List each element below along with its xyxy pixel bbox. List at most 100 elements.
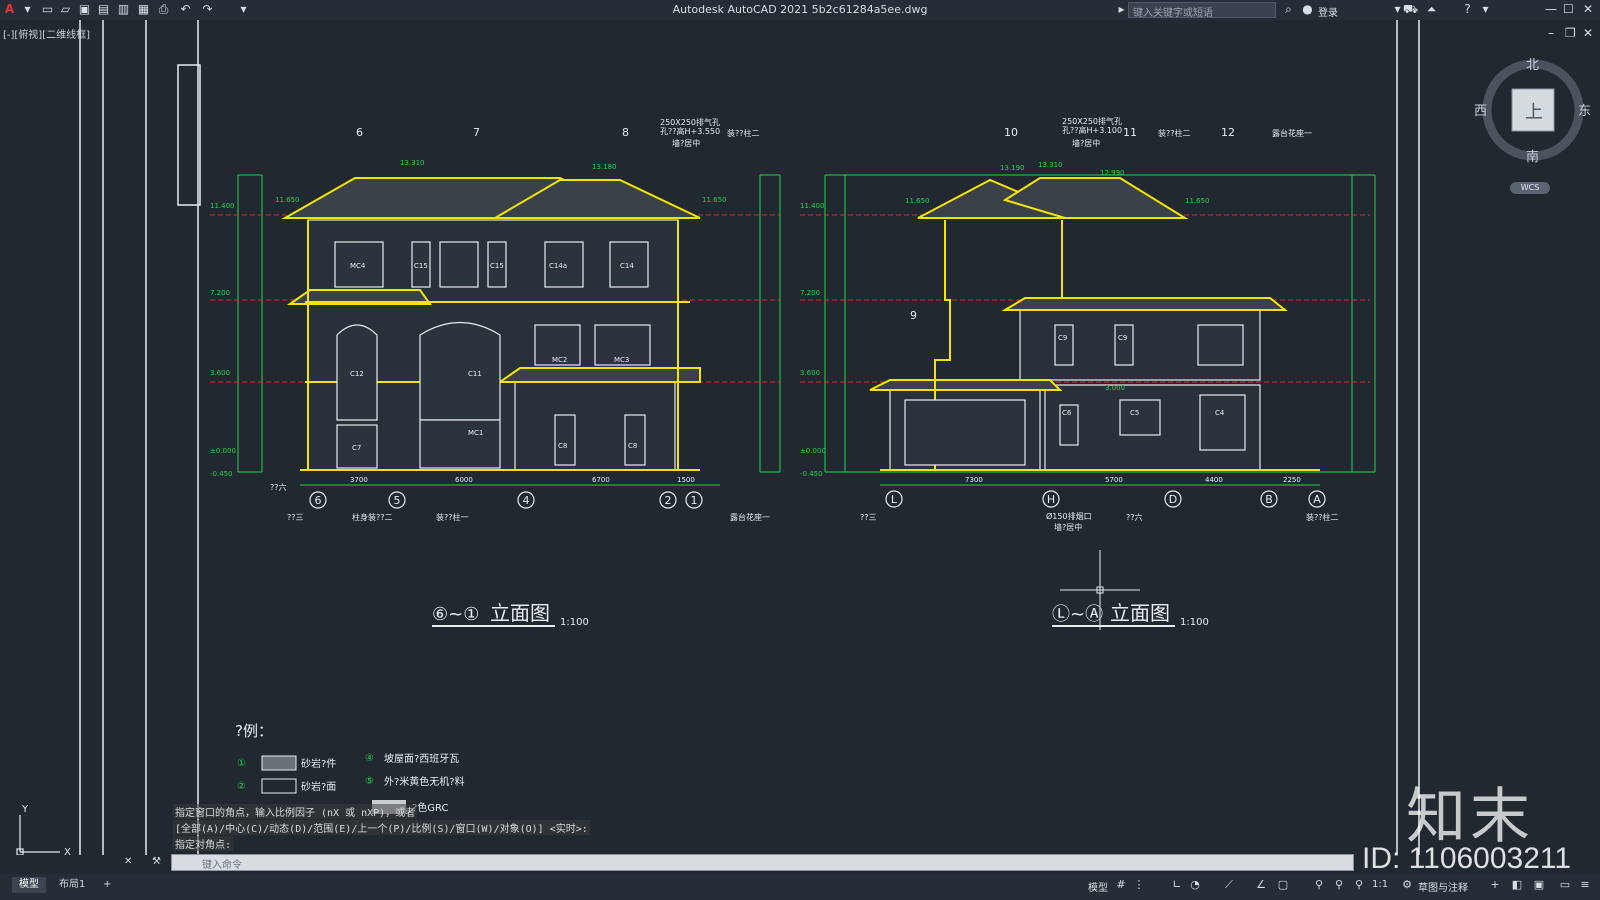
auto-scale-icon[interactable]: ⚲ bbox=[1332, 878, 1346, 892]
window-tag: C15 bbox=[414, 262, 428, 270]
legend-num: ② bbox=[237, 781, 246, 792]
note-text: 露台花座一 bbox=[730, 512, 770, 522]
grid-number: 7 bbox=[473, 126, 480, 139]
axis-label: H bbox=[1047, 493, 1055, 506]
help-icon[interactable]: ? bbox=[1460, 2, 1475, 17]
level-label: -0.450 bbox=[210, 470, 233, 478]
compass-south[interactable]: 南 bbox=[1526, 146, 1539, 165]
snap-icon[interactable]: ⋮ bbox=[1132, 878, 1146, 892]
tab-model[interactable]: 模型 bbox=[12, 877, 46, 893]
compass-east[interactable]: 东 bbox=[1578, 100, 1591, 119]
save-icon[interactable]: ▣ bbox=[77, 2, 92, 17]
login-link[interactable]: 登录 bbox=[1318, 4, 1338, 19]
compass-north[interactable]: 北 bbox=[1526, 54, 1539, 73]
scale-label: 1:100 bbox=[1180, 617, 1209, 628]
window-tag: C4 bbox=[1215, 409, 1225, 417]
search-icon[interactable]: ⌕ bbox=[1281, 2, 1296, 17]
grid-number: 9 bbox=[910, 309, 917, 322]
drawing-canvas[interactable]: MC4 C15 C15 C14a C14 C12 C11 MC2 MC3 MC1… bbox=[0, 20, 1600, 855]
plus-icon[interactable]: + bbox=[1488, 878, 1502, 892]
isolate-objects-icon[interactable]: ◧ bbox=[1510, 878, 1524, 892]
save-as-icon[interactable]: ▤ bbox=[96, 2, 111, 17]
compass-west[interactable]: 西 bbox=[1474, 100, 1487, 119]
clean-screen-icon[interactable]: ▭ bbox=[1558, 878, 1572, 892]
level-label: 3.600 bbox=[210, 369, 230, 377]
wcs-menu[interactable]: WCS bbox=[1510, 182, 1550, 194]
customization-menu-icon[interactable]: ≡ bbox=[1578, 878, 1592, 892]
workspace-switch[interactable]: 草图与注释 bbox=[1418, 879, 1468, 894]
ortho-icon[interactable]: ∟ bbox=[1170, 878, 1184, 892]
note-text: 柱身装??二 bbox=[352, 512, 393, 522]
command-close-icon[interactable]: ✕ bbox=[124, 856, 132, 867]
hardware-accel-icon[interactable]: ▣ bbox=[1532, 878, 1546, 892]
maximize-icon[interactable]: ☐ bbox=[1563, 2, 1574, 16]
roof-level-label: 13.190 bbox=[1000, 164, 1025, 172]
workspace-gear-icon[interactable]: ⚙ bbox=[1400, 878, 1414, 892]
osnap-icon[interactable]: ⟋ bbox=[1222, 878, 1236, 892]
legend-num: ⑤ bbox=[365, 776, 374, 787]
polar-icon[interactable]: ◔ bbox=[1188, 878, 1202, 892]
batch-plot-icon[interactable]: ▦ bbox=[136, 2, 151, 17]
new-file-icon[interactable]: ▭ bbox=[40, 2, 55, 17]
axis-label: B bbox=[1265, 493, 1273, 506]
roof-level-label: 11.650 bbox=[275, 196, 300, 204]
tab-layout1[interactable]: 布局1 bbox=[52, 877, 92, 893]
isodraft-icon[interactable]: ∠ bbox=[1254, 878, 1268, 892]
annotation-visibility-icon[interactable]: ⚲ bbox=[1312, 878, 1326, 892]
roof-level-label: 11.650 bbox=[905, 197, 930, 205]
roof-level-label: 13.180 bbox=[592, 163, 617, 171]
open-folder-icon[interactable]: ▱ bbox=[58, 2, 73, 17]
user-icon[interactable]: ● bbox=[1300, 2, 1315, 17]
help-dropdown-icon[interactable]: ▾ bbox=[1478, 2, 1493, 17]
window-tag: C9 bbox=[1058, 334, 1067, 342]
tab-add-layout[interactable]: + bbox=[96, 877, 118, 893]
close-icon[interactable]: ✕ bbox=[1583, 2, 1593, 16]
level-label: -0.450 bbox=[800, 470, 823, 478]
window-tag: MC4 bbox=[350, 262, 366, 270]
level-label: 11.400 bbox=[800, 202, 825, 210]
axis-label: 4 bbox=[523, 494, 530, 507]
cart-icon[interactable]: ⛟ bbox=[1403, 2, 1418, 17]
legend: ?例： ① ② ④ ⑤ 砂岩?件 砂岩?面 坡屋面?西班牙瓦 外?米黄色无机?料… bbox=[235, 722, 465, 814]
redo-icon[interactable]: ↷ bbox=[200, 2, 215, 17]
plot-publish-icon[interactable]: ▥ bbox=[116, 2, 131, 17]
level-label: 11.400 bbox=[210, 202, 235, 210]
command-history-line: 指定对角点: bbox=[173, 836, 234, 851]
dimension-label: 6000 bbox=[455, 476, 473, 484]
note-text: 装??柱二 bbox=[1306, 512, 1339, 522]
model-space-button[interactable]: 模型 bbox=[1088, 879, 1108, 894]
annotation-scale-icon[interactable]: ⚲ bbox=[1352, 878, 1366, 892]
legend-text: ?色GRC bbox=[412, 801, 449, 814]
command-input[interactable]: 键入命令 bbox=[171, 854, 1354, 871]
title-bar: A ▾ ▭ ▱ ▣ ▤ ▥ ▦ ⎙ ↶ ↷ ▾ Autodesk AutoCAD… bbox=[0, 0, 1600, 20]
window-tag: C12 bbox=[350, 370, 364, 378]
print-icon[interactable]: ⎙ bbox=[156, 2, 171, 17]
autodesk-app-icon[interactable]: ⏶ bbox=[1424, 2, 1439, 17]
viewcube[interactable]: 北 南 西 东 上 bbox=[1474, 58, 1591, 168]
command-customize-icon[interactable]: ⚒ bbox=[152, 856, 161, 867]
legend-num: ① bbox=[237, 758, 246, 769]
note-text: ??六 bbox=[1126, 512, 1143, 522]
viewcube-face-top[interactable]: 上 bbox=[1525, 98, 1543, 124]
note-text: 孔??高H+3.550 bbox=[660, 126, 720, 136]
legend-text: 砂岩?面 bbox=[301, 780, 336, 793]
help-search-input[interactable]: 键入关键字或短语 bbox=[1128, 2, 1276, 19]
transparency-icon[interactable]: ▢ bbox=[1276, 878, 1290, 892]
legend-text: 坡屋面?西班牙瓦 bbox=[384, 752, 459, 765]
legend-title: ?例： bbox=[235, 722, 273, 740]
dropdown-icon[interactable]: ▾ bbox=[20, 2, 35, 17]
dimension-label: 3700 bbox=[350, 476, 368, 484]
scale-label: 1:100 bbox=[560, 617, 589, 628]
ucs-icon bbox=[16, 815, 60, 855]
dimension-label: 7300 bbox=[965, 476, 983, 484]
minimize-icon[interactable]: — bbox=[1545, 2, 1557, 16]
dimension-label: 5700 bbox=[1105, 476, 1123, 484]
undo-icon[interactable]: ↶ bbox=[178, 2, 193, 17]
app-logo-icon[interactable]: A bbox=[2, 2, 17, 17]
window-tag: MC2 bbox=[552, 356, 567, 364]
status-bar: 模型 布局1 + 模型 # ⋮ ∟ ◔ ⟋ ∠ ▢ ⚲ ⚲ ⚲ 1:1 ⚙ 草图… bbox=[0, 874, 1600, 900]
customize-toolbar-icon[interactable]: ▾ bbox=[236, 2, 251, 17]
annotation-scale-value[interactable]: 1:1 bbox=[1372, 879, 1388, 890]
grid-icon[interactable]: # bbox=[1114, 878, 1128, 892]
dimension-label: 6700 bbox=[592, 476, 610, 484]
